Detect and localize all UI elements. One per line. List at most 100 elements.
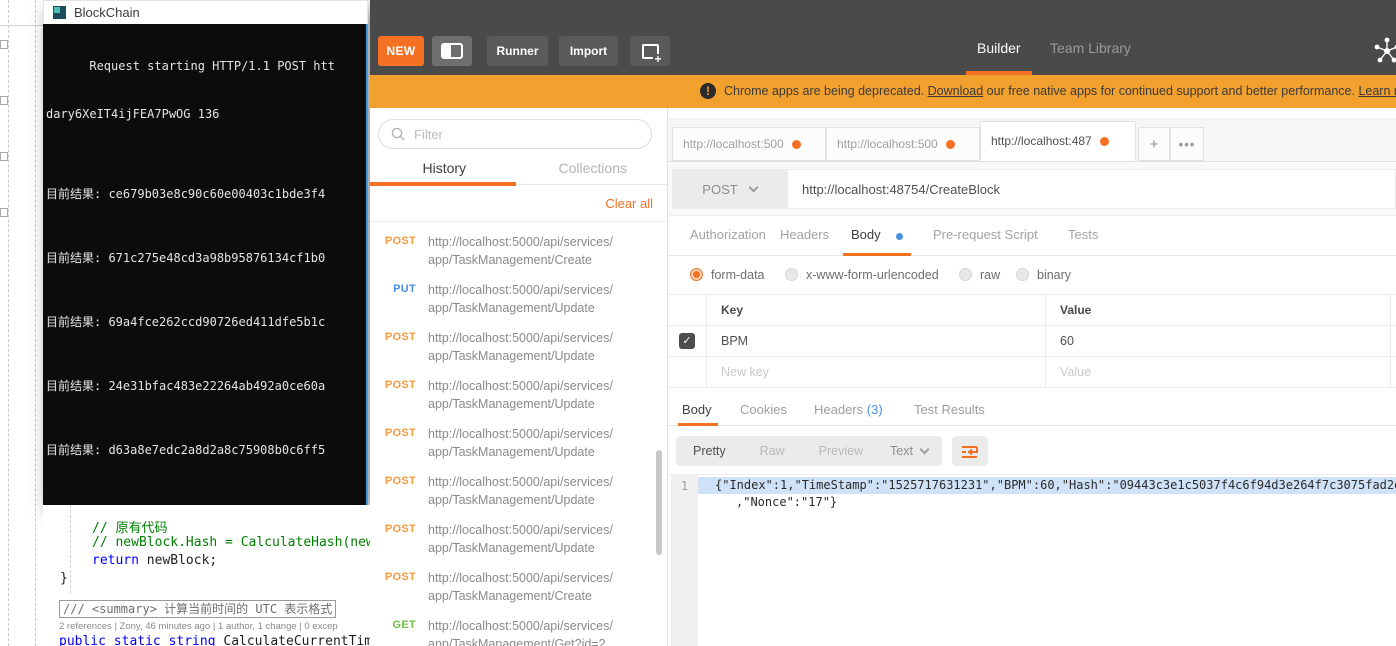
history-item[interactable]: POST http://localhost:5000/api/services/… (370, 228, 667, 276)
radio-binary[interactable] (1016, 268, 1029, 281)
console-line: Request starting HTTP/1.1 POST htt (46, 59, 335, 73)
history-item[interactable]: GET http://localhost:5000/api/services/ … (370, 612, 667, 646)
console-titlebar[interactable]: BlockChain (43, 0, 368, 24)
history-item[interactable]: POST http://localhost:5000/api/services/… (370, 420, 667, 468)
history-url: http://localhost:5000/api/services/ app/… (428, 331, 613, 363)
method-select[interactable]: POST (672, 169, 787, 209)
tab-tests[interactable]: Tests (1068, 227, 1098, 242)
sidebar-scrollbar[interactable] (656, 450, 662, 555)
request-tab[interactable]: http://localhost:500 (672, 127, 826, 161)
history-item[interactable]: POST http://localhost:5000/api/services/… (370, 516, 667, 564)
radio-label-binary[interactable]: binary (1037, 268, 1071, 282)
sync-icon[interactable] (1372, 36, 1396, 66)
console-result-line: 目前结果: 671c275e48cd3a98b95876134cf1b0 (46, 251, 326, 265)
tab-pre-request-script[interactable]: Pre-request Script (933, 227, 1038, 242)
history-url: http://localhost:5000/api/services/ app/… (428, 283, 613, 315)
tab-body[interactable]: Body (851, 227, 881, 242)
vs-outline-box[interactable] (0, 152, 8, 161)
screen: BlockChain Request starting HTTP/1.1 POS… (0, 0, 1396, 646)
history-item[interactable]: POST http://localhost:5000/api/services/… (370, 468, 667, 516)
value-input[interactable] (1060, 334, 1390, 348)
new-button[interactable]: NEW (378, 36, 424, 66)
request-tab-active[interactable]: http://localhost:487 (980, 121, 1136, 161)
history-method-badge: POST (384, 571, 416, 583)
tab-authorization[interactable]: Authorization (690, 227, 766, 242)
new-window-button[interactable] (630, 36, 670, 66)
history-item[interactable]: PUT http://localhost:5000/api/services/ … (370, 276, 667, 324)
layout-toggle-button[interactable] (432, 36, 472, 66)
postman-header: NEW Runner Import Builder Team Library (370, 0, 1396, 75)
split-pane-icon (441, 43, 463, 59)
wrap-text-icon (962, 446, 978, 458)
code-editor[interactable]: // 原有代码 // newBlock.Hash = CalculateHash… (43, 505, 370, 646)
chevron-down-icon (919, 444, 930, 454)
chevron-down-icon (748, 182, 759, 192)
history-item[interactable]: POST http://localhost:5000/api/services/… (370, 324, 667, 372)
more-tabs-button[interactable]: ••• (1170, 127, 1204, 161)
console-result-line: 目前结果: 69a4fce262ccd90726ed411dfe5b1c (46, 315, 326, 329)
console-result-lines: 目前结果: ce679b03e8c90c60e00403c1bde3f4 目前结… (46, 154, 366, 505)
format-select[interactable]: Text (876, 436, 942, 466)
view-preview[interactable]: Preview (802, 436, 880, 466)
tab-cookies[interactable]: Cookies (740, 402, 787, 417)
warning-icon: ! (700, 83, 716, 99)
vs-outline-box[interactable] (0, 208, 8, 217)
vs-outline-box[interactable] (0, 96, 8, 105)
form-data-table: Key Value ✓ (668, 294, 1396, 388)
view-pretty[interactable]: Pretty (676, 436, 743, 466)
tab-response-headers[interactable]: Headers (3) (814, 402, 883, 417)
radio-form-data[interactable] (690, 268, 703, 281)
tab-history[interactable]: History (370, 153, 519, 184)
tab-headers[interactable]: Headers (780, 227, 829, 242)
row-checkbox[interactable]: ✓ (679, 333, 695, 349)
history-item[interactable]: POST http://localhost:5000/api/services/… (370, 564, 667, 612)
wrap-text-button[interactable] (952, 436, 988, 466)
tab-builder[interactable]: Builder (977, 40, 1021, 56)
learn-more-link[interactable]: Learn more (1358, 84, 1396, 98)
new-key-input[interactable] (721, 365, 1045, 379)
response-body-viewer[interactable]: 1 {"Index":1,"TimeStamp":"1525717631231"… (668, 474, 1396, 646)
tab-test-results[interactable]: Test Results (914, 402, 985, 417)
response-tabs: Body Cookies Headers (3) Test Results (668, 396, 1396, 426)
console-window-title: BlockChain (74, 5, 140, 20)
radio-raw[interactable] (959, 268, 972, 281)
indent-guide (70, 505, 71, 593)
radio-label-x-www-form-urlencoded[interactable]: x-www-form-urlencoded (806, 268, 939, 282)
history-url: http://localhost:5000/api/services/ app/… (428, 235, 613, 267)
request-tabstrip: http://localhost:500 http://localhost:50… (668, 118, 1396, 162)
radio-label-form-data[interactable]: form-data (711, 268, 765, 282)
history-item[interactable]: POST http://localhost:5000/api/services/… (370, 372, 667, 420)
key-input[interactable] (721, 334, 1045, 348)
radio-label-raw[interactable]: raw (980, 268, 1000, 282)
code-line: public static string CalculateCurrentTim… (59, 634, 370, 646)
response-body-tab-underline (678, 423, 718, 426)
runner-button[interactable]: Runner (487, 36, 548, 66)
radio-x-www-form-urlencoded[interactable] (785, 268, 798, 281)
tab-collections[interactable]: Collections (519, 153, 668, 184)
tab-team-library[interactable]: Team Library (1050, 40, 1131, 56)
new-tab-button[interactable]: + (1138, 127, 1170, 161)
vs-indent-guide (8, 0, 9, 646)
postman-body: History Collections Clear all POST http:… (370, 108, 1396, 646)
console-result-line: 目前结果: ce679b03e8c90c60e00403c1bde3f4 (46, 187, 326, 201)
vs-editor-margin (0, 0, 43, 646)
vs-outline-box[interactable] (0, 40, 8, 49)
history-method-badge: PUT (393, 283, 416, 295)
tab-response-body[interactable]: Body (682, 402, 712, 417)
clear-all-link[interactable]: Clear all (370, 186, 667, 222)
filter-input[interactable] (414, 126, 651, 142)
request-tab[interactable]: http://localhost:500 (826, 127, 980, 161)
console-line: dary6XeIT4ijFEA7PwOG 136 (46, 107, 220, 121)
collapsed-doc-comment[interactable]: /// <summary> 计算当前时间的 UTC 表示格式 (59, 600, 337, 618)
url-input[interactable] (787, 169, 1396, 209)
vs-indent-guide (35, 0, 36, 646)
download-link[interactable]: Download (928, 84, 984, 98)
code-comment: // newBlock.Hash = CalculateHash(newBloc (92, 535, 370, 550)
import-button[interactable]: Import (559, 36, 618, 66)
url-bar: POST (668, 162, 1396, 216)
codelens-info[interactable]: 2 references | Zony, 46 minutes ago | 1 … (59, 621, 338, 632)
view-raw[interactable]: Raw (743, 436, 802, 466)
history-method-badge: POST (384, 331, 416, 343)
new-value-input[interactable] (1060, 365, 1390, 379)
table-new-row (668, 357, 1396, 388)
